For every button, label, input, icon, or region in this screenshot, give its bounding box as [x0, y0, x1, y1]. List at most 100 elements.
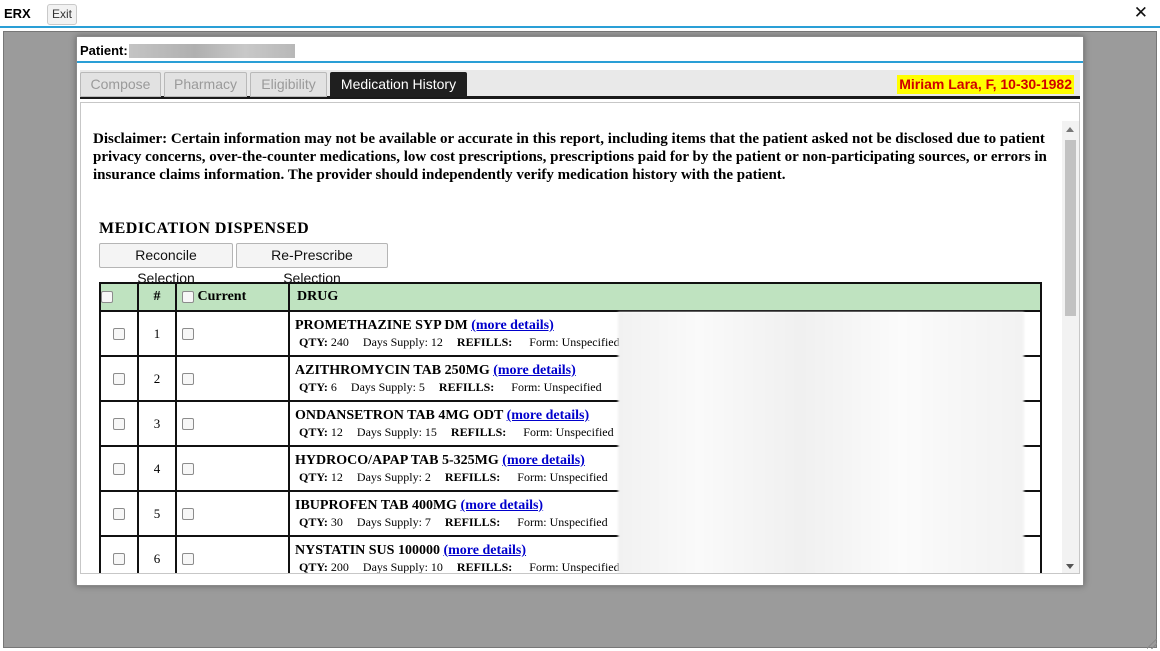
more-details-link[interactable]: (more details) [443, 543, 526, 558]
row-select-checkbox[interactable] [113, 372, 125, 385]
qty-value: 12 [330, 425, 343, 439]
redacted-blurred-area [618, 312, 1024, 573]
days-supply-value: 2 [424, 470, 431, 484]
drug-name: ONDANSETRON TAB 4MG ODT [295, 408, 504, 423]
refills-label: REFILLS: [444, 515, 501, 529]
row-select-checkbox[interactable] [113, 552, 125, 565]
row-current-cell [175, 490, 290, 537]
erx-dialog: Patient: Compose Pharmacy Eligibility Me… [76, 36, 1084, 586]
reconcile-selection-button[interactable]: Reconcile Selection [99, 243, 233, 286]
drug-name: HYDROCO/APAP TAB 5-325MG [295, 453, 499, 468]
row-number: 3 [137, 400, 177, 447]
patient-label: Patient: [80, 43, 128, 58]
more-details-link[interactable]: (more details) [493, 363, 576, 378]
more-details-link[interactable]: (more details) [502, 453, 585, 468]
days-supply-label: Days Supply: [362, 335, 428, 349]
patient-bar: Patient: [77, 37, 1083, 63]
form-label: Form: [529, 560, 559, 574]
form-label: Form: [517, 470, 547, 484]
row-select-cell [99, 445, 139, 492]
vertical-scrollbar[interactable] [1062, 121, 1079, 573]
window-titlebar: ERX Exit ✕ [0, 0, 1160, 28]
scrollbar-thumb[interactable] [1065, 140, 1076, 316]
select-all-header [99, 282, 139, 312]
disclaimer-text: Disclaimer: Certain information may not … [93, 131, 1047, 183]
qty-label: QTY: [299, 560, 328, 574]
scroll-up-icon[interactable] [1066, 127, 1074, 132]
form-value: Unspecified [543, 380, 602, 394]
patient-name-badge: Miriam Lara, F, 10-30-1982 [897, 75, 1074, 94]
row-current-checkbox[interactable] [182, 372, 194, 385]
row-number: 6 [137, 535, 177, 573]
table-header-row: # Current DRUG [99, 282, 1042, 312]
more-details-link[interactable]: (more details) [461, 498, 544, 513]
qty-label: QTY: [299, 425, 328, 439]
days-supply-label: Days Supply: [356, 515, 422, 529]
form-value: Unspecified [549, 470, 608, 484]
more-details-link[interactable]: (more details) [507, 408, 590, 423]
row-select-cell [99, 535, 139, 573]
qty-value: 30 [330, 515, 343, 529]
patient-redacted-block [129, 44, 295, 58]
row-current-cell [175, 445, 290, 492]
form-label: Form: [517, 515, 547, 529]
row-number: 2 [137, 355, 177, 402]
row-select-checkbox[interactable] [113, 507, 125, 520]
window-title: ERX [4, 6, 31, 21]
qty-value: 6 [330, 380, 337, 394]
header-num: # [137, 282, 177, 312]
section-title: MEDICATION DISPENSED [99, 220, 310, 237]
select-all-checkbox[interactable] [101, 290, 113, 303]
more-details-link[interactable]: (more details) [471, 318, 554, 333]
row-select-checkbox[interactable] [113, 462, 125, 475]
qty-value: 240 [330, 335, 349, 349]
drug-name: PROMETHAZINE SYP DM [295, 318, 468, 333]
qty-label: QTY: [299, 380, 328, 394]
close-icon[interactable]: ✕ [1134, 3, 1148, 23]
refills-label: REFILLS: [450, 425, 507, 439]
days-supply-value: 5 [418, 380, 425, 394]
tab-eligibility[interactable]: Eligibility [250, 72, 327, 97]
row-select-cell [99, 355, 139, 402]
refills-label: REFILLS: [444, 470, 501, 484]
form-label: Form: [523, 425, 553, 439]
days-supply-label: Days Supply: [362, 560, 428, 574]
form-value: Unspecified [555, 425, 614, 439]
days-supply-value: 7 [424, 515, 431, 529]
row-select-cell [99, 490, 139, 537]
row-current-checkbox[interactable] [182, 462, 194, 475]
scroll-down-icon[interactable] [1066, 564, 1074, 569]
row-current-checkbox[interactable] [182, 417, 194, 430]
row-current-checkbox[interactable] [182, 507, 194, 520]
exit-button[interactable]: Exit [47, 4, 77, 25]
days-supply-value: 15 [424, 425, 437, 439]
row-current-cell [175, 355, 290, 402]
days-supply-value: 10 [430, 560, 443, 574]
medication-history-panel: Disclaimer: Certain information may not … [80, 102, 1080, 574]
drug-name: IBUPROFEN TAB 400MG [295, 498, 458, 513]
qty-label: QTY: [299, 515, 328, 529]
tab-compose[interactable]: Compose [80, 72, 161, 97]
current-all-checkbox[interactable] [182, 290, 194, 303]
row-select-cell [99, 310, 139, 357]
form-label: Form: [511, 380, 541, 394]
form-value: Unspecified [561, 335, 620, 349]
row-select-checkbox[interactable] [113, 327, 125, 340]
row-select-checkbox[interactable] [113, 417, 125, 430]
represcribe-selection-button[interactable]: Re-Prescribe Selection [236, 243, 388, 286]
row-current-checkbox[interactable] [182, 327, 194, 340]
drug-name: AZITHROMYCIN TAB 250MG [295, 363, 490, 378]
form-label: Form: [529, 335, 559, 349]
refills-label: REFILLS: [456, 335, 513, 349]
row-current-cell [175, 400, 290, 447]
tab-pharmacy[interactable]: Pharmacy [164, 72, 247, 97]
resize-grip-icon[interactable] [1147, 639, 1157, 649]
days-supply-label: Days Supply: [356, 470, 422, 484]
row-number: 4 [137, 445, 177, 492]
tab-strip: Compose Pharmacy Eligibility Medication … [80, 70, 1080, 99]
row-number: 5 [137, 490, 177, 537]
tab-medication-history[interactable]: Medication History [330, 72, 467, 97]
row-current-checkbox[interactable] [182, 552, 194, 565]
qty-label: QTY: [299, 335, 328, 349]
row-select-cell [99, 400, 139, 447]
